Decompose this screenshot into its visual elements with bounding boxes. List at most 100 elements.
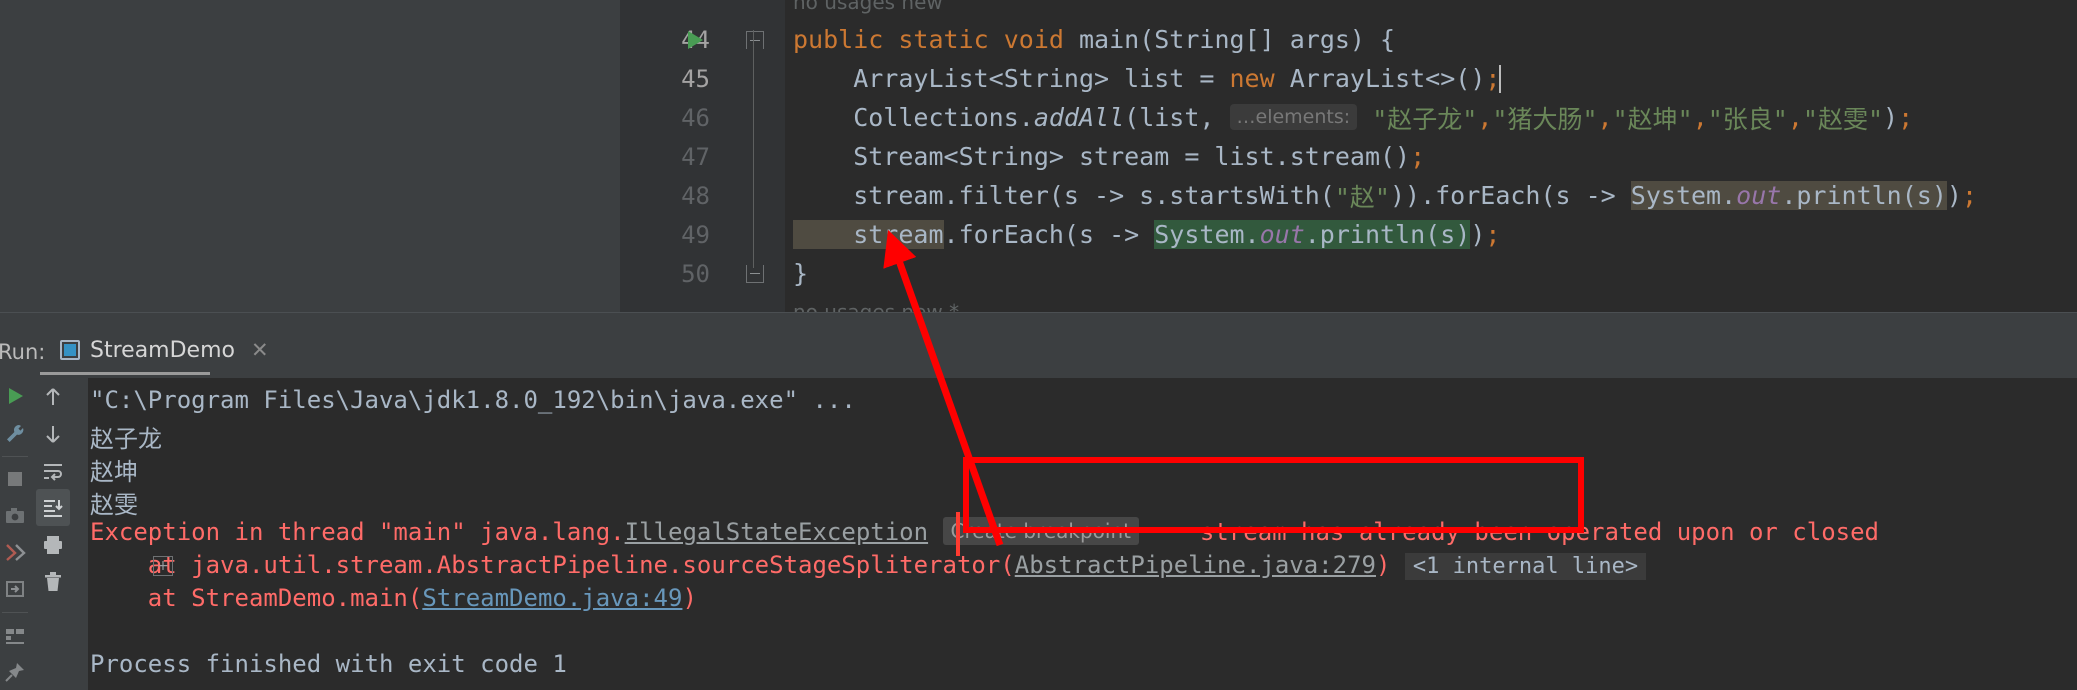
code-line[interactable]: } [793,254,808,293]
pin-icon[interactable] [0,653,32,690]
code-token: Stream<String> stream = list.stream() [793,142,1411,171]
code-token: void [1003,25,1079,54]
line-number: 46 [681,103,710,132]
stack-file-link[interactable]: AbstractPipeline.java:279 [1015,551,1376,579]
rerun-icon[interactable] [0,378,32,415]
line-number: 50 [681,259,710,288]
clear-all-icon[interactable] [36,563,70,600]
code-token: out [1259,220,1305,249]
code-line[interactable]: stream.filter(s -> s.startsWith("赵")).fo… [793,176,1977,215]
layout-icon[interactable] [0,617,32,654]
exit-code-text: Process finished with exit code 1 [90,650,567,678]
fold-toggle-icon[interactable] [735,254,775,293]
code-token: "张良" [1707,104,1788,134]
run-tool-window: Run: StreamDemo ✕ "C:\Program Files\Java… [0,320,2077,690]
code-line[interactable]: stream .forEach(s -> System. out .println(s… [793,215,1500,254]
code-token: , [1597,103,1613,132]
run-toolbar-secondary [32,378,74,690]
code-line[interactable]: Collections. addAll (list, …elements: "赵子龙… [793,98,1913,137]
code-token: } [793,259,809,288]
code-token: .forEach(s -> [943,220,1155,249]
line-number: 48 [681,181,710,210]
code-token: ; [1485,64,1501,93]
toolbar-divider-2 [2,611,28,613]
output-text: 赵坤 [90,458,138,486]
stack-text: at StreamDemo.main( [90,584,423,612]
soft-wrap-icon[interactable] [36,452,70,489]
code-token: public [793,25,899,54]
console-exit-line: Process finished with exit code 1 [90,650,567,678]
code-token: ArrayList<>() [1289,64,1486,93]
up-arrow-icon[interactable] [36,378,70,415]
code-token: out [1736,181,1782,210]
code-token: ; [1961,181,1978,210]
settings-wrench-icon[interactable] [0,415,32,452]
run-gutter-icon[interactable] [682,20,708,59]
code-token: static [898,25,1004,54]
line-number: 47 [681,142,710,171]
stop-icon[interactable] [0,461,32,498]
text-caret [1499,64,1502,93]
scroll-to-end-icon[interactable] [36,489,70,526]
code-token: ; [1485,220,1501,249]
console-stack-line: at StreamDemo.main(StreamDemo.java:49) [90,584,697,612]
code-editor: no usages new 44 public static void main(… [0,0,2077,324]
expand-stacktrace-icon[interactable]: + [153,556,173,576]
console-output[interactable]: "C:\Program Files\Java\jdk1.8.0_192\bin\… [78,378,2077,690]
code-token: "赵雯" [1802,104,1884,134]
error-stripe [956,512,960,556]
code-token: "赵子龙" [1372,104,1478,134]
code-line[interactable]: Stream<String> stream = list.stream(); [793,137,1425,176]
stack-text: at java.util.stream.AbstractPipeline.sou… [90,551,1015,579]
code-line[interactable]: ArrayList<String> list = new ArrayList<>… [793,59,1502,98]
editor-console-splitter[interactable] [0,312,2077,320]
code-line[interactable]: public static void main (String[] args) { [793,20,1395,59]
exception-message: stream has already been operated upon or… [1199,518,1880,546]
code-token: ) [1883,103,1899,132]
code-token: , [1477,103,1493,132]
code-token: ) [1470,220,1486,249]
usage-hint-top: no usages new [793,0,943,14]
close-icon[interactable]: ✕ [251,338,269,362]
parameter-hint: …elements: [1229,103,1358,130]
console-command-line: "C:\Program Files\Java\jdk1.8.0_192\bin\… [90,386,856,414]
run-tab-streamdemo[interactable]: StreamDemo ✕ [52,328,277,372]
collapsed-frames-label[interactable]: <1 internal line> [1404,553,1647,580]
code-token: ) [1946,181,1962,210]
code-token: ; [1410,142,1426,171]
code-token: "赵坤" [1612,104,1693,134]
exception-prefix: Exception in thread [90,518,379,546]
code-token: Collections. [793,103,1034,132]
console-exception-line: Exception in thread "main" java.lang.Ill… [90,517,1880,546]
code-token: main [1078,25,1140,54]
output-text: 赵雯 [90,491,138,519]
code-token: , [1692,103,1708,132]
stack-suffix: ) [1375,551,1391,579]
console-output-line: 赵坤 [90,452,138,487]
export-icon[interactable] [0,571,32,608]
print-icon[interactable] [36,526,70,563]
output-text: 赵子龙 [90,425,162,453]
camera-icon[interactable] [0,497,32,534]
code-token: "赵" [1334,182,1390,212]
console-stack-line: at java.util.stream.AbstractPipeline.sou… [90,551,1647,580]
line-number: 49 [681,220,710,249]
console-output-line: 赵子龙 [90,419,162,454]
run-config-icon [60,340,80,360]
down-arrow-icon[interactable] [36,415,70,452]
stack-file-link[interactable]: StreamDemo.java:49 [422,584,682,612]
code-token: ; [1898,103,1914,132]
exception-thread: "main" [378,518,466,546]
exception-type-link[interactable]: IllegalStateException [625,518,928,546]
fold-toggle-icon[interactable] [735,20,775,59]
code-token: .println(s) [1781,181,1947,210]
code-token: (String[] args) { [1139,25,1396,54]
run-tab-active-underline [40,372,210,375]
create-breakpoint-button[interactable]: Create breakpoint [942,517,1139,545]
editor-left-void [0,0,620,318]
code-token: System. [1154,220,1260,249]
stop-process-icon[interactable] [0,534,32,571]
